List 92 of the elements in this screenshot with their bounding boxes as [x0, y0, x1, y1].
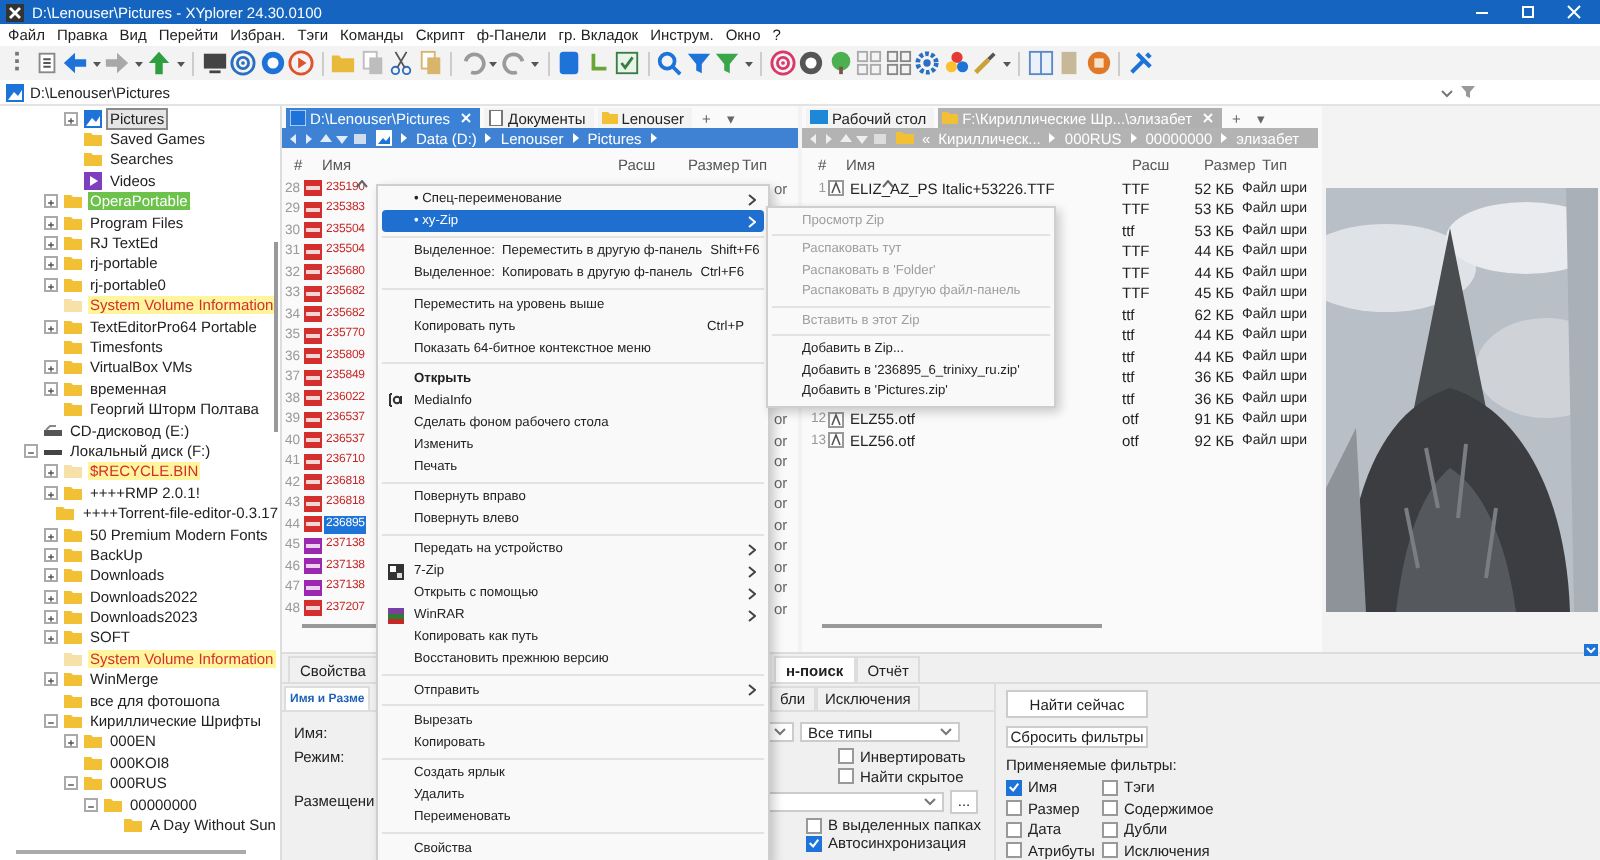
close-icon[interactable]: [460, 112, 473, 124]
checkbox[interactable]: [1006, 800, 1022, 816]
chevron-right-icon: [400, 132, 408, 144]
checkbox[interactable]: [1102, 842, 1118, 858]
chevron-right-icon: [748, 684, 756, 697]
font-file-icon: [828, 180, 844, 197]
expander-icon[interactable]: [44, 194, 58, 209]
media-info-icon: [388, 392, 404, 409]
checklist-icon[interactable]: [614, 50, 640, 76]
filter-icon[interactable]: [1460, 84, 1476, 100]
brush-icon[interactable]: [972, 50, 998, 76]
color-dots-icon[interactable]: [943, 50, 969, 76]
close-icon[interactable]: [1566, 4, 1582, 20]
chevron-down-icon: [940, 728, 952, 736]
checkbox[interactable]: [1102, 800, 1118, 816]
filter-icon[interactable]: [685, 50, 711, 76]
font-file-icon: [828, 411, 844, 428]
record-icon[interactable]: [1085, 50, 1111, 76]
chevron-right-icon: [571, 132, 580, 144]
expander-icon[interactable]: [44, 610, 58, 625]
chevron-down-icon: [924, 797, 936, 805]
target-icon[interactable]: [769, 50, 795, 76]
chevron-right-icon: [1129, 132, 1138, 144]
tile-icon[interactable]: [556, 50, 582, 76]
monitor-icon[interactable]: [201, 50, 227, 76]
expander-icon[interactable]: [64, 111, 78, 126]
drive-icon: [44, 421, 62, 440]
checkbox[interactable]: [838, 748, 854, 764]
chevron-right-icon: [649, 132, 658, 144]
navigation-arrows-icon[interactable]: [288, 131, 368, 145]
location-field[interactable]: [768, 791, 944, 811]
back-arrow-icon[interactable]: [62, 50, 88, 76]
expander-icon[interactable]: [44, 527, 58, 541]
expander-icon[interactable]: [64, 776, 78, 791]
maximize-icon[interactable]: [1520, 4, 1536, 20]
search-icon[interactable]: [656, 50, 682, 76]
checkbox[interactable]: [1006, 821, 1022, 837]
checkbox[interactable]: [806, 817, 822, 833]
expander-icon[interactable]: [44, 215, 58, 230]
expander-icon[interactable]: [44, 568, 58, 583]
scissors-icon[interactable]: [388, 50, 414, 76]
expander-icon[interactable]: [44, 485, 58, 500]
expander-icon[interactable]: [84, 797, 98, 812]
list-icon[interactable]: [33, 50, 59, 76]
checkbox[interactable]: [806, 835, 822, 851]
up-arrow-icon[interactable]: [146, 50, 172, 76]
scrollbar[interactable]: [274, 242, 278, 432]
play-circle-icon[interactable]: [288, 50, 314, 76]
expander-icon[interactable]: [44, 672, 58, 687]
expander-icon[interactable]: [44, 256, 58, 271]
archive-icon: [388, 563, 404, 580]
settings-icon[interactable]: [914, 50, 940, 76]
expander-icon[interactable]: [44, 360, 58, 375]
pictures-icon: [376, 130, 392, 146]
video-icon: [84, 171, 102, 190]
expander-icon[interactable]: [44, 464, 58, 479]
dark-circle-icon[interactable]: [798, 50, 824, 76]
checkbox[interactable]: [1006, 842, 1022, 858]
filter-icon[interactable]: [714, 50, 740, 76]
checkbox[interactable]: [1102, 779, 1118, 795]
calculator-icon[interactable]: [885, 50, 911, 76]
dropdown[interactable]: [768, 722, 794, 742]
sort-icon: [356, 180, 368, 188]
expander-icon[interactable]: [44, 547, 58, 562]
checkbox[interactable]: [838, 768, 854, 784]
expander-icon[interactable]: [44, 236, 58, 251]
search-circle-icon[interactable]: [259, 50, 285, 76]
desktop-icon: [810, 110, 828, 126]
scrollbar[interactable]: [822, 624, 1102, 628]
expander-icon[interactable]: [64, 734, 78, 749]
chevron-down-icon[interactable]: [1440, 85, 1454, 99]
expander-icon[interactable]: [24, 443, 38, 458]
expander-icon[interactable]: [44, 630, 58, 645]
tools-icon[interactable]: [1127, 50, 1153, 76]
checkbox[interactable]: [1102, 821, 1118, 837]
expander-icon[interactable]: [44, 277, 58, 292]
expander-icon[interactable]: [44, 589, 58, 604]
chevron-right-icon: [1220, 132, 1229, 144]
expander-icon[interactable]: [44, 319, 58, 334]
expand-icon[interactable]: [1584, 644, 1598, 656]
target-icon[interactable]: [230, 50, 256, 76]
font-file-icon: [828, 432, 844, 449]
expander-icon[interactable]: [44, 714, 58, 729]
chevron-down-icon: [774, 728, 786, 736]
dual-pane-icon[interactable]: [1027, 50, 1053, 76]
chevron-right-icon: [1048, 132, 1057, 144]
chevron-right-icon: [484, 132, 493, 144]
sort-icon: [882, 180, 894, 188]
tree-icon[interactable]: [827, 50, 853, 76]
checkbox[interactable]: [1006, 779, 1022, 795]
scrollbar[interactable]: [16, 850, 246, 854]
expander-icon[interactable]: [44, 381, 58, 396]
